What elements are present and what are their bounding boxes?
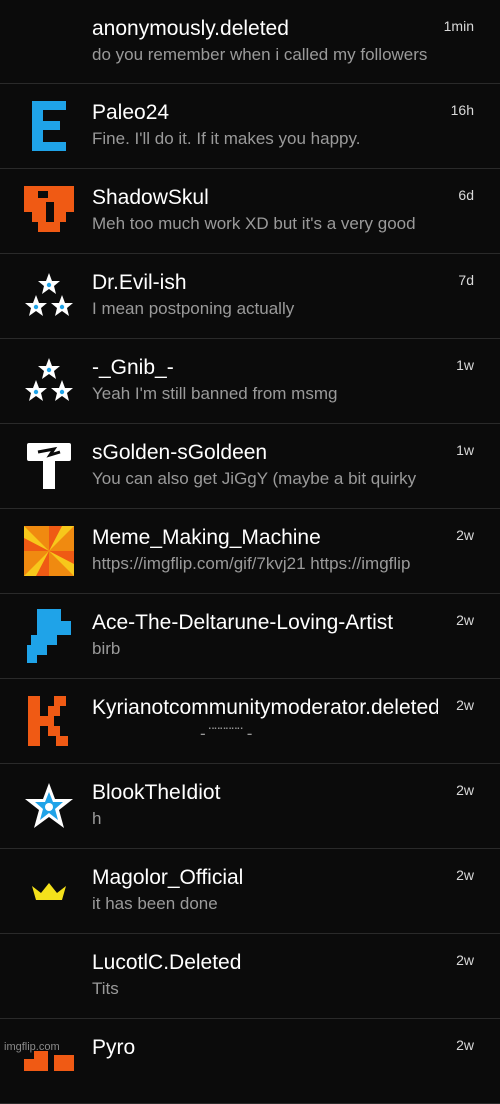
- letter-k-icon: [28, 696, 68, 746]
- avatar[interactable]: [24, 441, 74, 491]
- conversation-message: birb: [92, 639, 121, 658]
- avatar[interactable]: [24, 866, 74, 916]
- avatar[interactable]: [24, 781, 74, 831]
- conversation-row[interactable]: Paleo24 Fine. I'll do it. If it makes yo…: [0, 84, 500, 169]
- conversation-name: ShadowSkul: [92, 186, 209, 209]
- conversation-row[interactable]: Magolor_Official it has been done 2w: [0, 849, 500, 934]
- avatar[interactable]: [24, 356, 74, 406]
- avatar-empty: [24, 951, 74, 1001]
- conversation-row[interactable]: ShadowSkul Meh too much work XD but it's…: [0, 169, 500, 254]
- conversation-time: 2w: [456, 697, 474, 713]
- conversation-time: 1w: [456, 357, 474, 373]
- avatar[interactable]: [24, 696, 74, 746]
- watermark: imgflip.com: [4, 1041, 60, 1053]
- hammer-icon: [27, 443, 71, 489]
- conversation-time: 16h: [450, 102, 474, 118]
- conversation-time: 2w: [456, 782, 474, 798]
- conversation-name: LucotlC.Deleted: [92, 951, 242, 974]
- blue-pixel-bird-icon: [27, 609, 71, 663]
- conversation-row[interactable]: Meme_Making_Machine https://imgflip.com/…: [0, 509, 500, 594]
- conversation-name: BlookTheIdiot: [92, 781, 221, 804]
- conversation-name: Ace-The-Deltarune-Loving-Artist: [92, 611, 394, 634]
- conversation-time: 1w: [456, 442, 474, 458]
- conversation-name: Kyrianotcommunitymoderator.deleted: [92, 696, 438, 719]
- three-stars-icon: [25, 358, 73, 401]
- conversation-row[interactable]: Kyrianotcommunitymoderator.deleted - ̈ ̈…: [0, 679, 500, 764]
- conversation-message: Meh too much work XD but it's a very goo…: [92, 214, 416, 233]
- conversation-time: 1min: [443, 18, 474, 34]
- conversation-time: 6d: [458, 187, 474, 203]
- conversation-message: I mean postponing actually: [92, 299, 295, 318]
- conversation-row[interactable]: anonymously.deleted do you remember when…: [0, 0, 500, 84]
- conversation-time: 2w: [456, 867, 474, 883]
- avatar[interactable]: [24, 609, 74, 663]
- conversation-time: 2w: [456, 527, 474, 543]
- conversation-message: do you remember when i called my followe…: [92, 45, 428, 64]
- conversation-time: 2w: [456, 952, 474, 968]
- crown-icon: [32, 883, 66, 900]
- conversation-row[interactable]: LucotlC.Deleted Tits 2w: [0, 934, 500, 1019]
- conversation-name: Pyro: [92, 1036, 136, 1059]
- conversation-row[interactable]: Ace-The-Deltarune-Loving-Artist birb 2w: [0, 594, 500, 679]
- orange-pixel-skull-icon: [24, 186, 74, 232]
- conversation-row[interactable]: Pyro 2w: [0, 1019, 500, 1104]
- star-icon: [25, 783, 73, 828]
- conversation-name: anonymously.deleted: [92, 17, 289, 40]
- conversation-message: https://imgflip.com/gif/7kvj21 https://i…: [92, 554, 411, 573]
- conversation-row[interactable]: Dr.Evil-ish I mean postponing actually 7…: [0, 254, 500, 339]
- conversation-message: Tits: [92, 979, 119, 998]
- conversation-message: - ̈ ̈ ̈ ̈ ̈ ̈ -: [200, 724, 254, 743]
- conversation-row[interactable]: BlookTheIdiot h 2w: [0, 764, 500, 849]
- conversation-time: 2w: [456, 612, 474, 628]
- conversation-message: h: [92, 809, 102, 828]
- conversation-name: Meme_Making_Machine: [92, 526, 321, 549]
- conversation-message: You can also get JiGgY (maybe a bit quir…: [92, 469, 417, 488]
- conversation-message: Yeah I'm still banned from msmg: [92, 384, 338, 403]
- conversation-name: Magolor_Official: [92, 866, 244, 889]
- avatar[interactable]: [24, 526, 74, 576]
- conversation-time: 7d: [458, 272, 474, 288]
- pinwheel-icon: [24, 526, 74, 576]
- avatar[interactable]: [24, 271, 74, 321]
- three-stars-icon: [25, 273, 73, 316]
- avatar[interactable]: [24, 101, 74, 151]
- conversation-message: it has been done: [92, 894, 218, 913]
- conversation-name: Dr.Evil-ish: [92, 271, 187, 294]
- letter-e-icon: [32, 101, 66, 151]
- conversation-row[interactable]: -_Gnib_- Yeah I'm still banned from msmg…: [0, 339, 500, 424]
- conversation-name: -_Gnib_-: [92, 356, 174, 379]
- conversation-name: Paleo24: [92, 101, 170, 124]
- conversation-message: Fine. I'll do it. If it makes you happy.: [92, 129, 361, 148]
- conversation-row[interactable]: sGolden-sGoldeen You can also get JiGgY …: [0, 424, 500, 509]
- orange-pixel-icon: [24, 1051, 74, 1071]
- conversation-name: sGolden-sGoldeen: [92, 441, 268, 464]
- conversation-time: 2w: [456, 1037, 474, 1053]
- avatar[interactable]: [24, 186, 74, 236]
- conversation-list: anonymously.deleted do you remember when…: [0, 0, 500, 1104]
- avatar-empty: [24, 17, 74, 67]
